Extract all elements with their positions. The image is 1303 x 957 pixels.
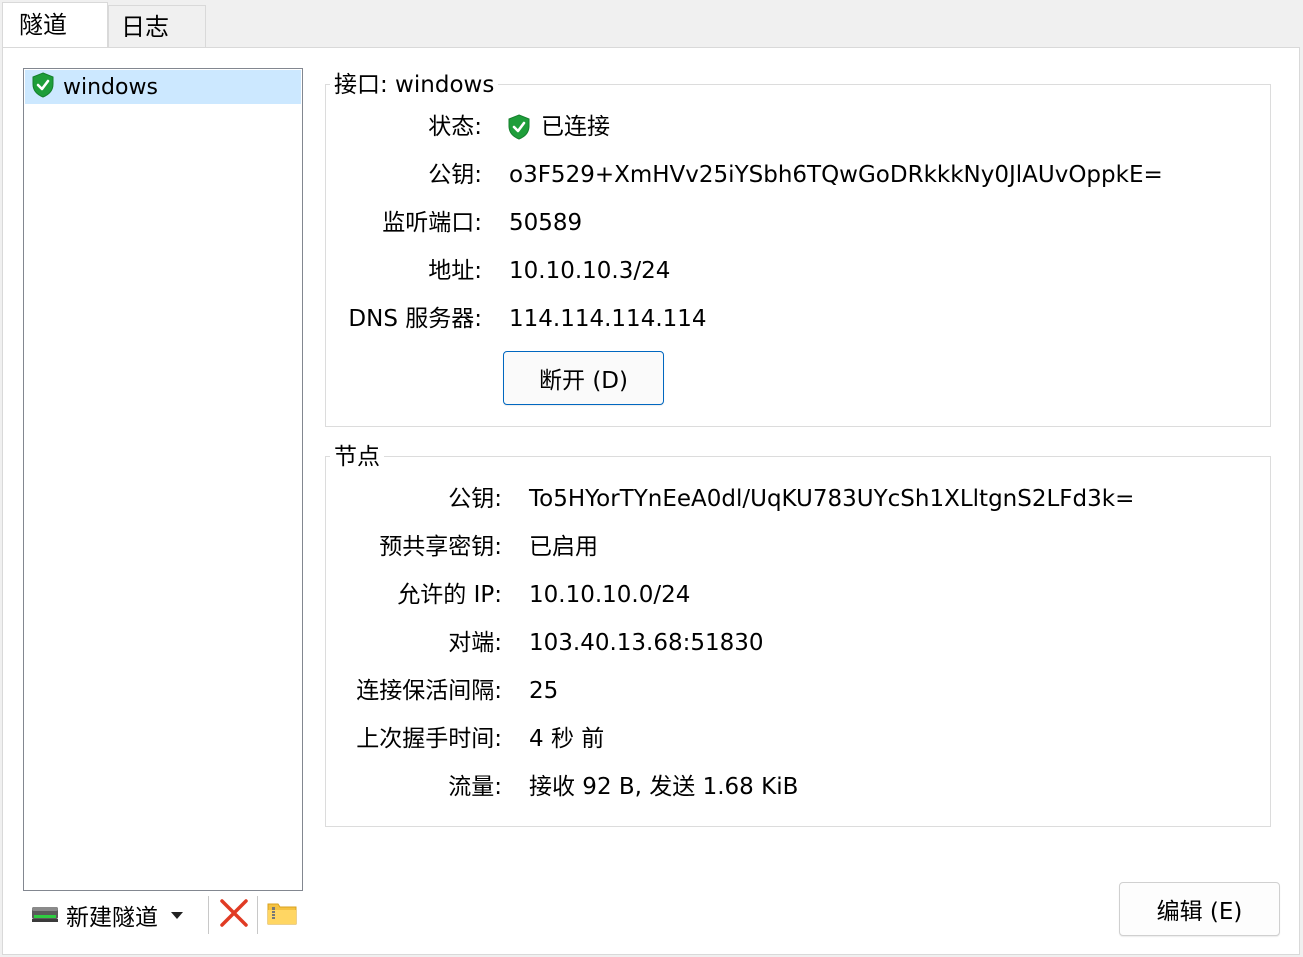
edit-button[interactable]: 编辑 (E) bbox=[1119, 882, 1280, 936]
latest-handshake-value: 4 秒 前 bbox=[529, 726, 605, 752]
allowed-ips-value: 10.10.10.0/24 bbox=[529, 582, 691, 608]
keepalive-value: 25 bbox=[529, 678, 559, 704]
transfer-label: 流量: bbox=[448, 774, 502, 800]
tab-tunnels[interactable]: 隧道 bbox=[2, 2, 108, 49]
shield-check-icon bbox=[507, 114, 531, 140]
address-label: 地址: bbox=[428, 258, 482, 284]
red-x-icon bbox=[218, 897, 250, 933]
endpoint-value: 103.40.13.68:51830 bbox=[529, 630, 764, 656]
export-tunnels-button[interactable] bbox=[266, 893, 298, 937]
dns-label: DNS 服务器: bbox=[348, 306, 482, 332]
tunnel-name: windows bbox=[63, 74, 158, 100]
tunnel-toolbar: 新建隧道 bbox=[26, 893, 306, 937]
listen-port-label: 监听端口: bbox=[382, 210, 482, 236]
zip-folder-icon bbox=[266, 899, 298, 931]
endpoint-label: 对端: bbox=[448, 630, 502, 656]
tab-bar: 隧道 日志 bbox=[0, 0, 1303, 49]
status-value: 已连接 bbox=[541, 114, 610, 140]
toolbar-separator bbox=[257, 896, 258, 934]
new-tunnel-label: 新建隧道 bbox=[66, 905, 158, 931]
tab-log[interactable]: 日志 bbox=[108, 5, 206, 47]
peer-pubkey-label: 公钥: bbox=[448, 486, 502, 512]
caret-down-icon[interactable] bbox=[170, 906, 184, 925]
preshared-key-value: 已启用 bbox=[529, 534, 598, 560]
toolbar-separator bbox=[208, 896, 209, 934]
peer-group-title: 节点 bbox=[330, 442, 384, 472]
delete-tunnel-button[interactable] bbox=[218, 893, 250, 937]
listen-port-value: 50589 bbox=[509, 210, 583, 236]
keepalive-label: 连接保活间隔: bbox=[356, 678, 502, 704]
interface-group-title: 接口: windows bbox=[330, 70, 499, 100]
peer-pubkey-value: To5HYorTYnEeA0dl/UqKU783UYcSh1XLltgnS2LF… bbox=[529, 486, 1135, 512]
network-drive-icon bbox=[30, 901, 60, 929]
address-value: 10.10.10.3/24 bbox=[509, 258, 671, 284]
disconnect-button[interactable]: 断开 (D) bbox=[503, 351, 664, 405]
status-value-container: 已连接 bbox=[507, 112, 610, 142]
new-tunnel-button[interactable]: 新建隧道 bbox=[30, 893, 184, 937]
shield-check-icon bbox=[31, 72, 55, 102]
tunnel-item-windows[interactable]: windows bbox=[25, 70, 301, 104]
interface-pubkey-label: 公钥: bbox=[428, 162, 482, 188]
transfer-value: 接收 92 B, 发送 1.68 KiB bbox=[529, 774, 799, 800]
latest-handshake-label: 上次握手时间: bbox=[356, 726, 502, 752]
preshared-key-label: 预共享密钥: bbox=[379, 534, 502, 560]
tunnel-list[interactable]: windows bbox=[23, 68, 303, 891]
dns-value: 114.114.114.114 bbox=[509, 306, 707, 332]
interface-pubkey-value: o3F529+XmHVv25iYSbh6TQwGoDRkkkNy0JlAUvOp… bbox=[509, 162, 1163, 188]
allowed-ips-label: 允许的 IP: bbox=[397, 582, 502, 608]
status-label: 状态: bbox=[428, 114, 482, 140]
